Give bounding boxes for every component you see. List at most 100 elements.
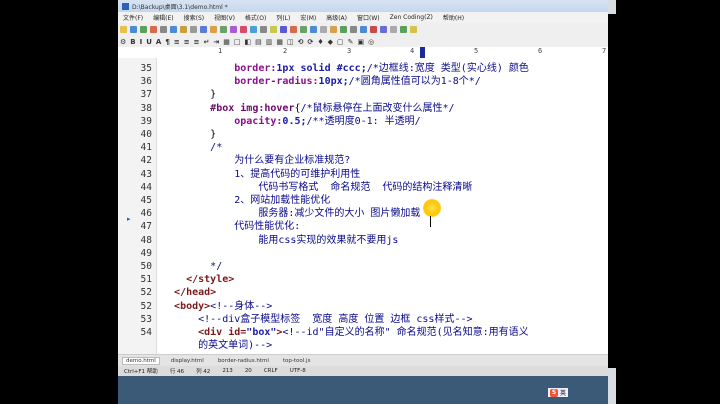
toolbar-button-icon[interactable] [399, 26, 407, 33]
menu-item[interactable]: 文件(F) [123, 13, 143, 22]
format-button-icon[interactable]: I [140, 38, 143, 46]
toolbar-button-icon[interactable] [299, 26, 307, 33]
toolbar-button-icon[interactable] [369, 26, 377, 33]
toolbar-button-icon[interactable] [269, 26, 277, 33]
format-button-icon[interactable]: ⟳ [307, 38, 313, 46]
toolbar-button-icon[interactable] [189, 26, 197, 33]
menu-item[interactable]: 帮助(H) [443, 13, 464, 22]
format-button-icon[interactable]: ▢ [337, 38, 344, 46]
toolbar-button-icon[interactable] [249, 26, 257, 33]
code-line[interactable]: 35 border:1px solid #ccc;/*边框线:宽度 类型(实心线… [118, 62, 608, 76]
code-line[interactable]: 38 #box img:hover{/*鼠标悬停在上面改变什么属性*/ [118, 102, 608, 116]
format-button-icon[interactable]: ▥ [266, 38, 273, 46]
format-button-icon[interactable]: ≡ [194, 38, 200, 46]
menu-item[interactable]: 高级(A) [326, 13, 347, 22]
toolbar-button-icon[interactable] [359, 26, 367, 33]
format-button-icon[interactable]: ⚙ [120, 38, 126, 46]
format-button-icon[interactable]: ¶ [165, 38, 169, 46]
code-line[interactable]: 45 2、网站加载性能优化 [118, 194, 608, 208]
toolbar-button-icon[interactable] [329, 26, 337, 33]
toolbar-button-icon[interactable] [219, 26, 227, 33]
toolbar-button-icon[interactable] [319, 26, 327, 33]
code-line[interactable]: 47 代码性能优化: [118, 220, 608, 234]
code-line[interactable]: 49 [118, 247, 608, 261]
format-button-icon[interactable]: ◆ [328, 38, 333, 46]
format-button-icon[interactable]: ▣ [357, 38, 364, 46]
format-button-icon[interactable]: ▤ [255, 38, 262, 46]
format-button-icon[interactable]: ≡ [174, 38, 180, 46]
code-line[interactable]: 40 } [118, 128, 608, 142]
code-line[interactable]: 48 能用css实现的效果就不要用js [118, 234, 608, 248]
format-button-icon[interactable]: ≡ [184, 38, 190, 46]
toolbar-button-icon[interactable] [119, 26, 127, 33]
format-button-icon[interactable]: □ [234, 38, 241, 46]
menu-item[interactable]: 列(L) [276, 13, 290, 22]
format-button-icon[interactable]: U [146, 38, 152, 46]
toolbar-button-icon[interactable] [159, 26, 167, 33]
format-button-icon[interactable]: ♦ [317, 38, 323, 46]
toolbar-button-icon[interactable] [349, 26, 357, 33]
toolbar-button-icon[interactable] [179, 26, 187, 33]
code-line[interactable]: 52 </head> [118, 286, 608, 300]
code-line[interactable]: 50 */ [118, 260, 608, 274]
toolbar-button-icon[interactable] [339, 26, 347, 33]
toolbar-button-icon[interactable] [389, 26, 397, 33]
format-button-icon[interactable]: ▦ [223, 38, 230, 46]
code-line[interactable]: 39 opacity:0.5;/**透明度0-1: 半透明/ [118, 115, 608, 129]
toolbar-button-icon[interactable] [309, 26, 317, 33]
format-button-icon[interactable]: ◎ [368, 38, 374, 46]
file-tab[interactable]: border-radius.html [215, 358, 272, 364]
format-button-icon[interactable]: B [130, 38, 135, 46]
code-line[interactable]: 41 /* [118, 141, 608, 155]
menu-item[interactable]: 格式(O) [245, 13, 266, 22]
toolbar-button-icon[interactable] [199, 26, 207, 33]
toolbar-button-icon[interactable] [169, 26, 177, 33]
toolbar-button-icon[interactable] [149, 26, 157, 33]
format-button-icon[interactable]: ⇥ [213, 38, 219, 46]
code-line[interactable]: 的英文单词)--> [118, 339, 608, 353]
code-line[interactable]: 43 1、提高代码的可维护利用性 [118, 168, 608, 182]
format-button-icon[interactable]: ⟲ [298, 38, 304, 46]
menu-item[interactable]: Zen Coding(Z) [390, 14, 433, 21]
code-line[interactable]: 54 <div id="box"><!--id"自定义的名称" 命名规范(见名知… [118, 326, 608, 340]
toolbar-button-icon[interactable] [259, 26, 267, 33]
ime-indicator[interactable]: S 英 [548, 388, 569, 397]
code-line[interactable]: 44 代码书写格式 命名规范 代码的结构注释清晰 [118, 181, 608, 195]
toolbar-button-icon[interactable] [379, 26, 387, 33]
toolbar-button-icon[interactable] [409, 26, 417, 33]
format-button-icon[interactable]: ◫ [287, 38, 294, 46]
toolbar-button-icon[interactable] [239, 26, 247, 33]
menu-item[interactable]: 搜索(S) [184, 13, 205, 22]
format-button-icon[interactable]: ▦ [276, 38, 283, 46]
file-tab[interactable]: demo.html [122, 356, 160, 365]
code-line[interactable]: 36 border-radius:10px;/*圆角属性值可以为1-8个*/ [118, 75, 608, 89]
format-button-icon[interactable]: A [156, 38, 161, 46]
code-token: <!--id"自定义的名称" 命名规范(见名知意:用有语义 [282, 327, 529, 338]
format-button-icon[interactable]: ↵ [203, 38, 209, 46]
toolbar-button-icon[interactable] [139, 26, 147, 33]
format-button-icon[interactable]: ◧ [244, 38, 251, 46]
menu-item[interactable]: 宏(M) [300, 13, 316, 22]
code-line[interactable]: 52 <body><!--身体--> [118, 300, 608, 314]
toolbar-button-icon[interactable] [289, 26, 297, 33]
menu-item[interactable]: 编辑(E) [153, 13, 173, 22]
line-number: 44 [140, 181, 152, 193]
toolbar-button-icon[interactable] [279, 26, 287, 33]
file-tab[interactable]: display.html [168, 358, 207, 364]
code-line[interactable]: 42 为什么要有企业标准规范? [118, 154, 608, 168]
code-token: /*鼠标悬停在上面改变什么属性*/ [300, 102, 455, 114]
code-line[interactable]: 46 服务器:减少文件的大小 图片懒加载 [118, 207, 608, 221]
format-button-icon[interactable]: ✎ [348, 38, 354, 46]
toolbar-button-icon[interactable] [129, 26, 137, 33]
menu-item[interactable]: 窗口(W) [357, 13, 380, 22]
menu-item[interactable]: 视图(V) [214, 13, 235, 22]
code-line[interactable]: 51 </style> [118, 273, 608, 287]
toolbar-button-icon[interactable] [229, 26, 237, 33]
file-tab[interactable]: top-tool.js [280, 358, 314, 364]
code-line[interactable]: 53 <!--div盒子模型标签 宽度 高度 位置 边框 css样式--> [118, 313, 608, 327]
line-number: 51 [140, 274, 152, 286]
toolbar-button-icon[interactable] [209, 26, 217, 33]
code-editor[interactable]: ▸ 35 border:1px solid #ccc;/*边框线:宽度 类型(实… [118, 58, 608, 354]
code-line[interactable]: 37 } [118, 88, 608, 102]
